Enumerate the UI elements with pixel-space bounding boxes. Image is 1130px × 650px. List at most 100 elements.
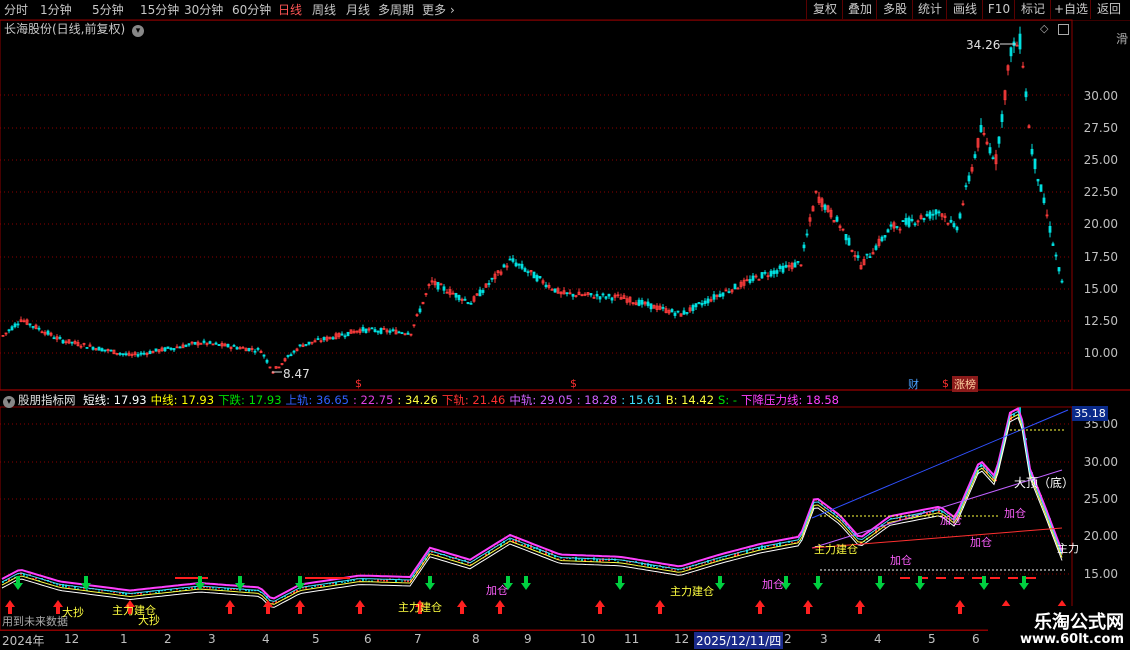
main-pane-title: 长海股份(日线,前复权) ▾ xyxy=(4,21,145,37)
candle-body xyxy=(673,312,677,316)
date-axis xyxy=(0,630,1072,649)
date-label: 8 xyxy=(472,632,480,646)
candle-body xyxy=(637,299,641,306)
indicator-bar xyxy=(674,569,676,571)
candle-body xyxy=(802,244,806,249)
candle-body xyxy=(436,281,440,290)
candle-body xyxy=(844,234,848,241)
date-label: 3 xyxy=(208,632,216,646)
indicator-bar xyxy=(434,550,436,552)
candle-body xyxy=(967,175,971,182)
candle-body xyxy=(889,224,893,227)
candle-body xyxy=(286,355,290,357)
indicator-bar xyxy=(149,592,151,594)
candle-body xyxy=(139,352,143,355)
candle-body xyxy=(952,223,956,227)
indicator-bar xyxy=(581,558,583,561)
indicator-value: B: 14.42 xyxy=(665,393,715,407)
indicator-bar xyxy=(371,580,373,582)
candle-body xyxy=(640,300,644,305)
current-value-box: 35.18 xyxy=(1072,406,1108,421)
candle-body xyxy=(895,226,899,228)
candle-body xyxy=(508,258,512,261)
candle-body xyxy=(805,233,809,236)
kline-chart[interactable] xyxy=(0,0,1130,650)
indicator-value: : 15.61 xyxy=(621,393,662,407)
candle-body xyxy=(847,237,851,246)
candle-body xyxy=(265,359,269,363)
candle-body xyxy=(700,302,704,306)
candle-body xyxy=(565,292,569,295)
candle-body xyxy=(880,236,884,242)
candle-body xyxy=(373,329,377,332)
watermark-url: www.60lt.com xyxy=(1019,632,1124,647)
date-label: 1 xyxy=(120,632,128,646)
indicator-bar xyxy=(191,587,193,589)
candle-body xyxy=(232,345,236,347)
candle-body xyxy=(997,136,1001,144)
candle-body xyxy=(463,298,467,301)
annotation-label: 主力建仓 xyxy=(670,585,714,598)
date-label: 12 xyxy=(64,632,80,646)
indicator-bar xyxy=(224,588,226,590)
candle-body xyxy=(289,354,293,357)
indicator-value: 下跌: 17.93 xyxy=(218,393,282,407)
y-tick: 27.50 xyxy=(1083,121,1118,135)
date-label: 6 xyxy=(364,632,372,646)
candle-body xyxy=(97,346,101,351)
buy-arrow-icon xyxy=(803,600,813,614)
candle-body xyxy=(442,286,446,291)
indicator-value: S: - xyxy=(718,393,738,407)
midline xyxy=(1,413,1063,605)
candle-body xyxy=(670,309,674,313)
finance-badge[interactable]: 财 xyxy=(906,376,921,392)
y-tick: 17.50 xyxy=(1083,250,1118,264)
indicator-bar xyxy=(98,590,100,592)
indicator-value: : 18.28 xyxy=(576,393,618,407)
candle-body xyxy=(649,303,653,310)
indicator-bar xyxy=(194,587,196,589)
indicator-bar xyxy=(377,579,379,582)
chevron-down-icon[interactable]: ▾ xyxy=(132,25,145,37)
candle-body xyxy=(340,333,344,336)
chevron-down-icon[interactable]: ▾ xyxy=(3,396,15,408)
candle-body xyxy=(949,219,953,223)
candle-body xyxy=(454,293,458,298)
candle-body xyxy=(100,348,104,352)
date-label: 7 xyxy=(414,632,422,646)
event-marker[interactable]: $ xyxy=(568,377,579,390)
candle-body xyxy=(361,327,365,332)
indicator-bar xyxy=(332,583,334,585)
pane-toggle-icon[interactable] xyxy=(1058,24,1069,35)
indicator-value: : 22.75 xyxy=(352,393,394,407)
indicator-bar xyxy=(215,588,217,590)
event-marker[interactable]: $ xyxy=(940,377,951,390)
stock-title[interactable]: 长海股份(日线,前复权) xyxy=(4,22,125,36)
candle-body xyxy=(346,331,350,337)
zhangbang-badge[interactable]: 涨榜 xyxy=(952,376,978,392)
candle-body xyxy=(307,341,311,345)
candle-body xyxy=(901,220,905,222)
indicator-value: 下轨: 21.46 xyxy=(441,393,506,407)
event-marker[interactable]: $ xyxy=(353,377,364,390)
candle-body xyxy=(973,154,977,159)
candle-body xyxy=(694,303,698,308)
indicator-name[interactable]: 股朋指标网 xyxy=(18,393,76,407)
candle-body xyxy=(769,270,773,277)
sell-arrow-icon xyxy=(235,576,245,590)
candle-body xyxy=(1057,267,1061,272)
candle-body xyxy=(379,328,383,334)
candle-body xyxy=(1009,47,1013,57)
diamond-icon[interactable]: ◇ xyxy=(1040,22,1048,35)
candle-body xyxy=(322,337,326,341)
candle-body xyxy=(142,352,146,355)
y-tick: 15.00 xyxy=(1083,282,1118,296)
date-label: 12 xyxy=(674,632,690,646)
candle-body xyxy=(607,293,611,297)
indicator-bar xyxy=(341,581,343,583)
annotation-label: 加仓 xyxy=(970,536,992,549)
candle-body xyxy=(535,275,539,282)
candle-body xyxy=(706,298,710,304)
buy-arrow-icon xyxy=(595,600,605,614)
sell-arrow-icon xyxy=(425,576,435,590)
